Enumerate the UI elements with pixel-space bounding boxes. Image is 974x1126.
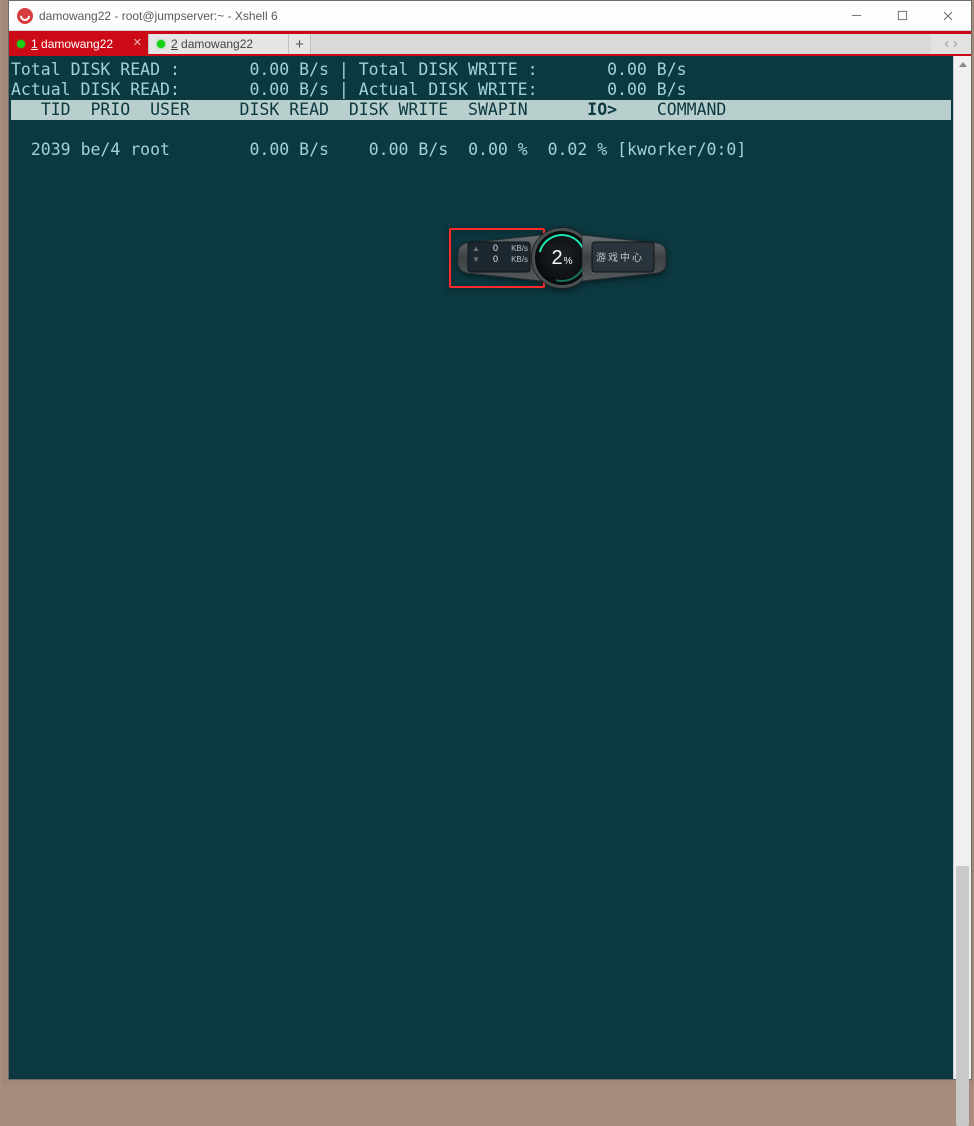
game-center-label: 游戏中心 (592, 249, 648, 264)
status-dot-icon (157, 40, 165, 48)
tab-session-2[interactable]: 2 damowang22 (149, 34, 289, 54)
tab-label: 2 damowang22 (171, 37, 253, 51)
system-monitor-widget[interactable]: ▲ 0 KB/s ▼ 0 KB/s 2% 游 (452, 228, 672, 288)
iotop-header-row: TID PRIO USER DISK READ DISK WRITE SWAPI… (11, 100, 951, 120)
xshell-window: damowang22 - root@jumpserver:~ - Xshell … (8, 0, 972, 1080)
iotop-total-write-value: 0.00 B/s (607, 60, 686, 79)
scrollbar-thumb[interactable] (956, 866, 969, 1126)
network-speed-panel[interactable]: ▲ 0 KB/s ▼ 0 KB/s (452, 231, 542, 285)
new-tab-button[interactable]: + (289, 34, 311, 54)
iotop-row-user: root (130, 140, 170, 159)
iotop-total-read-label: Total DISK READ : (11, 60, 180, 79)
upload-speed-value: 0 (484, 243, 507, 254)
maximize-button[interactable] (879, 1, 925, 30)
tab-label: 1 damowang22 (31, 37, 113, 51)
iotop-total-write-label: Total DISK WRITE : (359, 60, 538, 79)
iotop-row-prio: be/4 (81, 140, 121, 159)
upload-arrow-icon: ▲ (472, 243, 480, 254)
iotop-row-io: 0.02 % (548, 140, 608, 159)
iotop-row-swapin: 0.00 % (468, 140, 528, 159)
network-speed-text: ▲ 0 KB/s ▼ 0 KB/s (472, 243, 528, 265)
iotop-actual-write-label: Actual DISK WRITE: (359, 80, 538, 99)
tab-nav-arrows[interactable] (931, 34, 971, 54)
terminal-area[interactable]: Total DISK READ : 0.00 B/s | Total DISK … (9, 56, 971, 1079)
iotop-row-diskwrite: 0.00 B/s (369, 140, 448, 159)
titlebar[interactable]: damowang22 - root@jumpserver:~ - Xshell … (9, 1, 971, 31)
download-arrow-icon: ▼ (472, 254, 480, 265)
iotop-row-diskread: 0.00 B/s (249, 140, 328, 159)
download-speed-value: 0 (484, 254, 507, 265)
minimize-button[interactable] (833, 1, 879, 30)
cpu-usage-value: 2% (551, 247, 572, 270)
tab-strip: 1 damowang22 ✕ 2 damowang22 + (9, 34, 971, 56)
terminal-output[interactable]: Total DISK READ : 0.00 B/s | Total DISK … (9, 56, 953, 1079)
close-button[interactable] (925, 1, 971, 30)
download-speed-unit: KB/s (511, 254, 528, 265)
tab-close-icon[interactable]: ✕ (133, 38, 142, 49)
iotop-actual-read-value: 0.00 B/s (249, 80, 328, 99)
window-title: damowang22 - root@jumpserver:~ - Xshell … (39, 9, 833, 23)
tab-session-1[interactable]: 1 damowang22 ✕ (9, 34, 149, 54)
iotop-row-tid: 2039 (31, 140, 71, 159)
xshell-icon (17, 8, 33, 24)
iotop-actual-read-label: Actual DISK READ: (11, 80, 180, 99)
iotop-row-command: [kworker/0:0] (617, 140, 746, 159)
game-center-panel[interactable]: 游戏中心 (582, 231, 672, 285)
window-controls (833, 1, 971, 30)
iotop-actual-write-value: 0.00 B/s (607, 80, 686, 99)
scroll-up-icon[interactable] (954, 56, 971, 74)
upload-speed-unit: KB/s (511, 243, 528, 254)
vertical-scrollbar[interactable] (953, 56, 971, 1079)
status-dot-icon (17, 40, 25, 48)
iotop-total-read-value: 0.00 B/s (249, 60, 328, 79)
